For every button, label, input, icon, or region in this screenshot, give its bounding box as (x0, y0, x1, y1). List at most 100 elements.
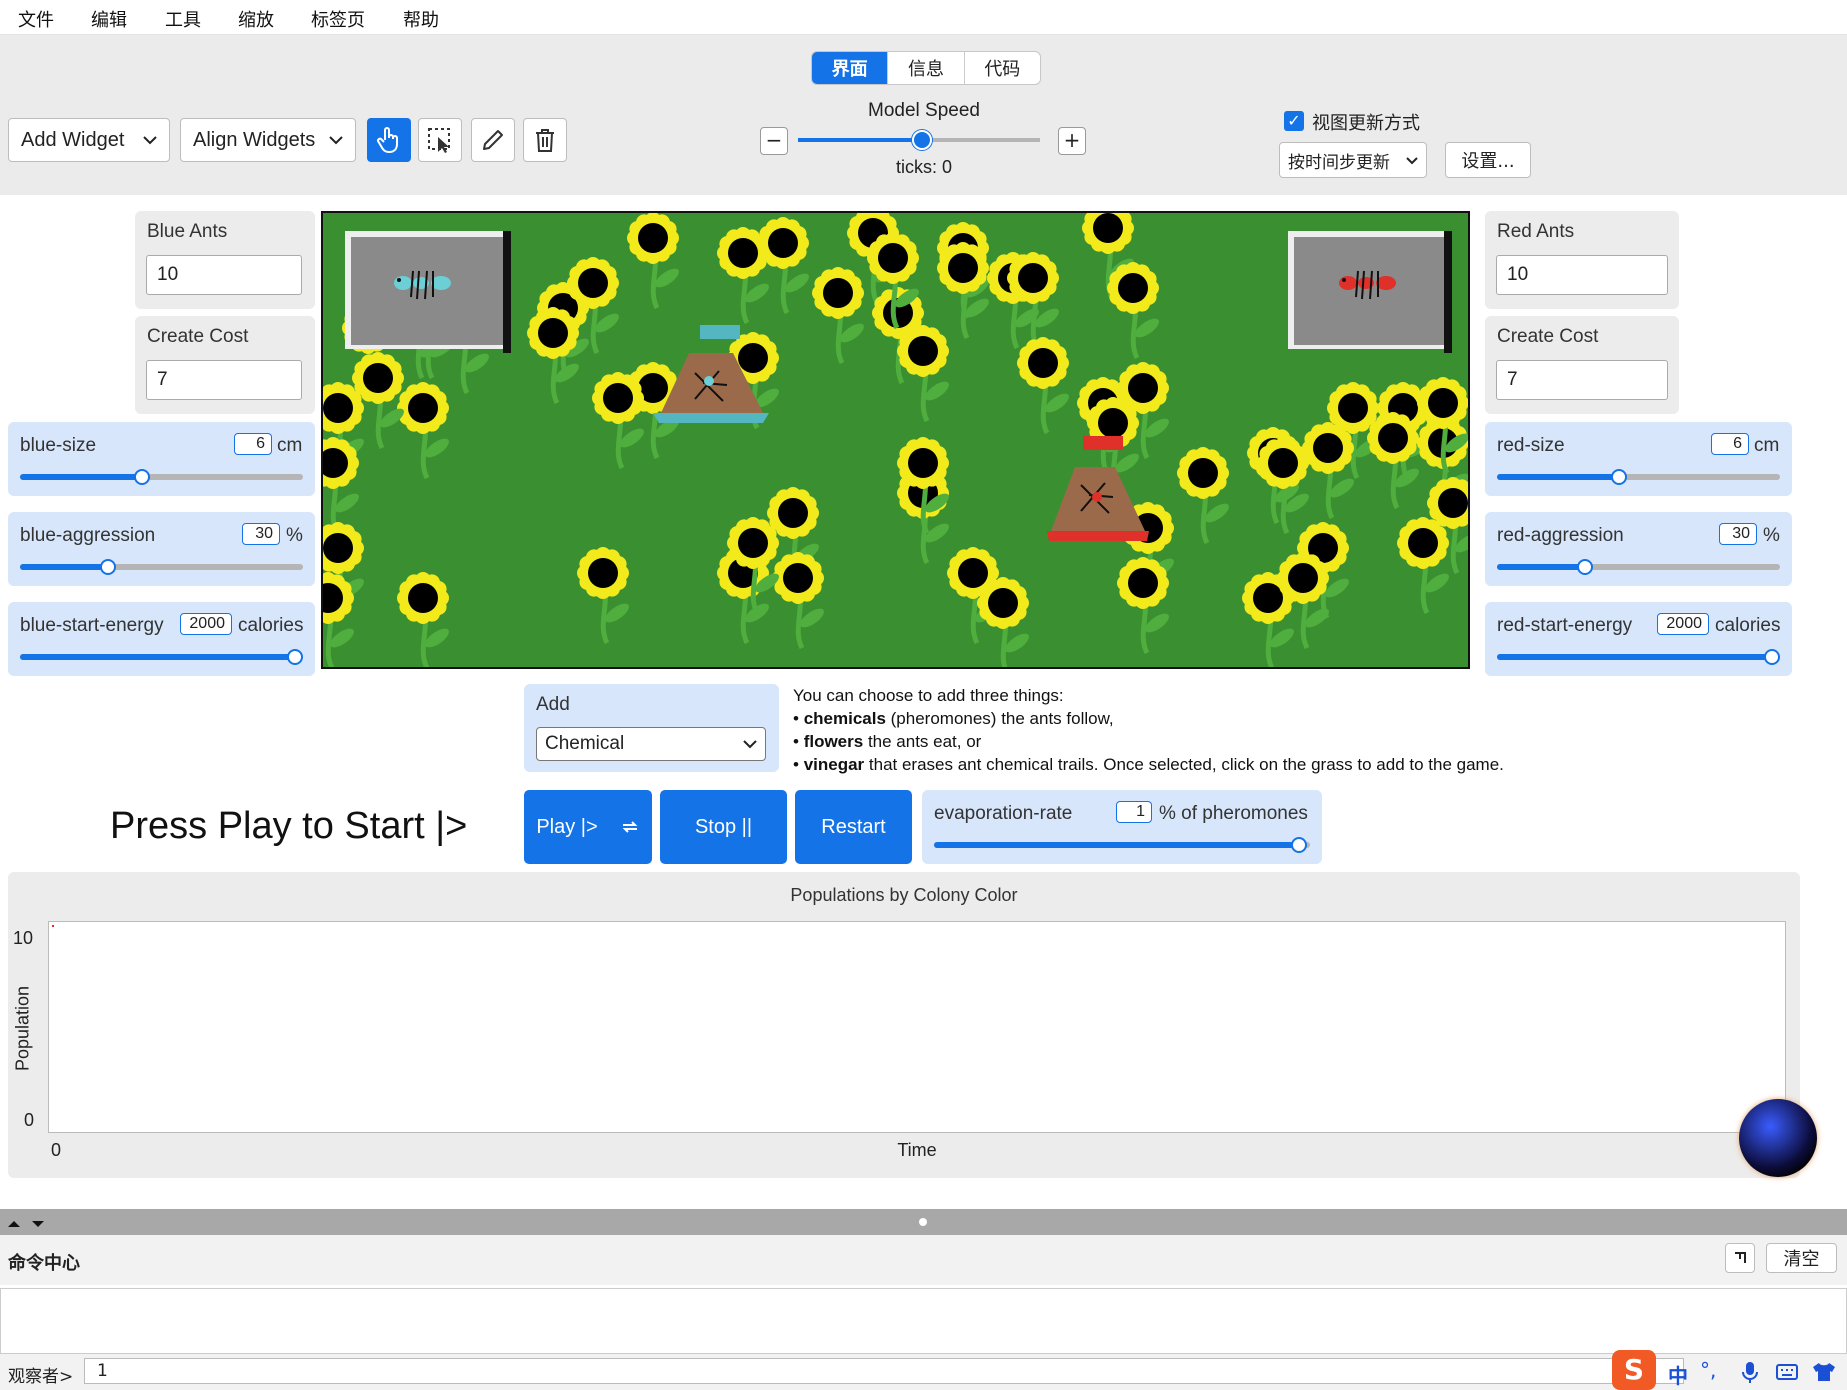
ime-logo-icon[interactable]: S (1612, 1350, 1656, 1390)
blue-colony-badge (345, 231, 511, 353)
align-widgets-dropdown[interactable]: Align Widgets (180, 118, 356, 162)
stop-button[interactable]: Stop || (660, 790, 787, 864)
menu-edit[interactable]: 编辑 (91, 6, 127, 32)
edit-mode-button[interactable] (471, 118, 515, 162)
slider-knob[interactable] (133, 469, 150, 485)
select-mode-button[interactable] (418, 118, 462, 162)
slider-track[interactable] (20, 654, 303, 660)
plot-x-label: Time (897, 1140, 937, 1160)
blue-size-slider[interactable]: blue-size 6 cm (8, 422, 315, 496)
assistant-orb-icon[interactable] (1739, 1099, 1817, 1177)
sunflower (897, 325, 949, 423)
slider-track[interactable] (20, 564, 303, 570)
blue-start-energy-slider[interactable]: blue-start-energy 2000 calories (8, 602, 315, 676)
red-size-slider[interactable]: red-size 6 cm (1485, 422, 1792, 496)
clear-button[interactable]: 清空 (1766, 1243, 1837, 1273)
resize-handle[interactable] (919, 1218, 927, 1226)
blue-ants-input[interactable]: 10 (146, 255, 302, 295)
slider-knob[interactable] (1290, 837, 1307, 853)
popout-button[interactable] (1725, 1243, 1755, 1273)
slider-value[interactable]: 2000 (1657, 613, 1709, 635)
pencil-icon (483, 130, 503, 150)
ime-punct-icon[interactable]: °, (1700, 1358, 1716, 1382)
red-start-energy-slider[interactable]: red-start-energy 2000 calories (1485, 602, 1792, 676)
microphone-icon[interactable] (1742, 1362, 1758, 1384)
slider-unit: cm (277, 435, 303, 456)
slider-value[interactable]: 30 (242, 523, 280, 545)
slider-value[interactable]: 6 (234, 433, 272, 455)
slider-knob[interactable] (99, 559, 116, 575)
tab-info[interactable]: 信息 (888, 52, 965, 84)
settings-button[interactable]: 设置... (1445, 142, 1531, 178)
collapse-arrows-icon[interactable] (6, 1217, 46, 1229)
observer-prompt: 观察者> (8, 1367, 74, 1387)
red-cost-panel: Create Cost 7 (1485, 316, 1679, 414)
sunflower (1017, 337, 1069, 435)
blue-cost-input[interactable]: 7 (146, 360, 302, 400)
slider-value[interactable]: 2000 (180, 613, 232, 635)
slider-value[interactable]: 6 (1711, 433, 1749, 455)
sunflower (323, 437, 359, 535)
slider-track[interactable] (1497, 654, 1780, 660)
command-center-divider[interactable] (0, 1209, 1847, 1235)
slider-value[interactable]: 1 (1116, 801, 1152, 823)
plot-y-min: 0 (24, 1110, 35, 1130)
red-ants-input[interactable]: 10 (1496, 255, 1668, 295)
add-widget-dropdown[interactable]: Add Widget (8, 118, 170, 162)
tab-interface[interactable]: 界面 (812, 52, 889, 84)
world-canvas[interactable] (323, 213, 1470, 669)
menu-zoom[interactable]: 缩放 (238, 6, 274, 32)
add-chooser-dropdown[interactable]: Chemical (536, 727, 766, 761)
menu-tools[interactable]: 工具 (165, 6, 201, 32)
hand-pointer-icon (377, 127, 398, 153)
slider-knob[interactable] (1610, 469, 1627, 485)
slider-track[interactable] (1497, 564, 1780, 570)
menu-help[interactable]: 帮助 (403, 6, 439, 32)
keyboard-icon[interactable] (1776, 1364, 1798, 1380)
ime-mode-icon[interactable]: 中 (1668, 1360, 1688, 1389)
slider-unit: % (286, 525, 303, 546)
slider-name: red-start-energy (1497, 615, 1633, 636)
command-input[interactable]: 1 (84, 1358, 1684, 1384)
menu-file[interactable]: 文件 (18, 6, 54, 32)
slider-track[interactable] (20, 474, 303, 480)
help-line-vinegar: • vinegar that erases ant chemical trail… (793, 755, 1504, 774)
tab-code[interactable]: 代码 (965, 52, 1040, 84)
slider-unit: calories (1715, 615, 1781, 636)
slider-knob[interactable] (1763, 649, 1780, 665)
sunflower (812, 267, 864, 365)
view-update-mode-dropdown[interactable]: 按时间步更新 (1279, 142, 1427, 178)
speed-decrease-button[interactable]: − (760, 127, 788, 155)
slider-track[interactable] (934, 842, 1310, 848)
slider-name: red-aggression (1497, 525, 1624, 546)
evaporation-rate-slider[interactable]: evaporation-rate 1 % of pheromones (922, 790, 1322, 864)
play-button[interactable]: Play |> (524, 790, 652, 864)
model-speed-label: Model Speed (868, 100, 980, 121)
world-view[interactable] (321, 211, 1470, 669)
add-widget-label: Add Widget (21, 128, 125, 151)
slider-name: evaporation-rate (934, 803, 1073, 824)
select-cursor-icon (428, 128, 450, 153)
slider-fill (934, 842, 1299, 848)
slider-unit: % (1763, 525, 1780, 546)
add-chooser-label: Add (536, 694, 570, 715)
red-cost-input[interactable]: 7 (1496, 360, 1668, 400)
speed-slider-knob[interactable] (912, 130, 932, 150)
slider-fill (20, 564, 108, 570)
interact-mode-button[interactable] (367, 118, 411, 162)
slider-track[interactable] (1497, 474, 1780, 480)
blue-aggression-slider[interactable]: blue-aggression 30 % (8, 512, 315, 586)
sunflower (577, 547, 629, 645)
delete-mode-button[interactable] (523, 118, 567, 162)
speed-increase-button[interactable]: + (1058, 127, 1086, 155)
slider-knob[interactable] (1576, 559, 1593, 575)
restart-button[interactable]: Restart (795, 790, 912, 864)
command-output[interactable] (0, 1288, 1847, 1354)
slider-value[interactable]: 30 (1719, 523, 1757, 545)
menu-tabs[interactable]: 标签页 (311, 6, 365, 32)
view-update-checkbox[interactable]: ✓ (1284, 111, 1304, 131)
red-aggression-slider[interactable]: red-aggression 30 % (1485, 512, 1792, 586)
skin-shirt-icon[interactable] (1812, 1362, 1836, 1382)
help-line-chemicals: • chemicals (pheromones) the ants follow… (793, 709, 1114, 728)
slider-knob[interactable] (286, 649, 303, 665)
